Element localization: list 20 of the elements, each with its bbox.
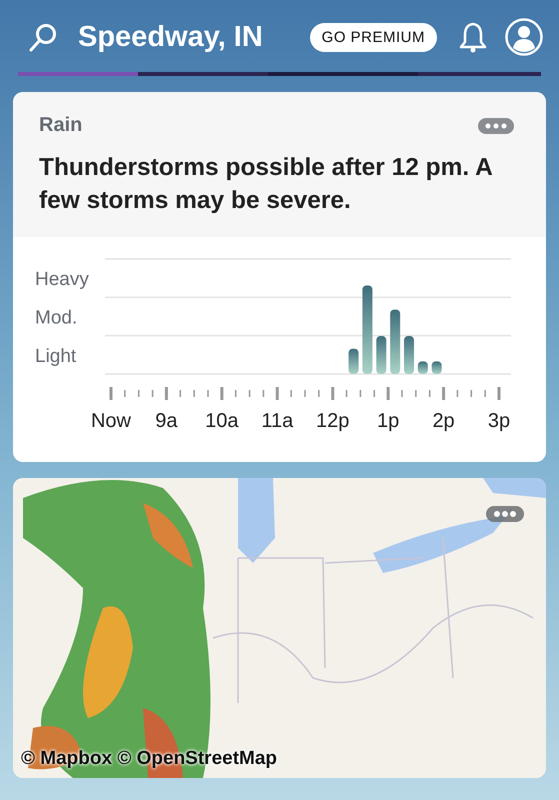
axis-label: 2p xyxy=(432,410,455,432)
axis-label: Light xyxy=(35,346,76,367)
search-icon[interactable] xyxy=(28,22,58,52)
axis-label: 1p xyxy=(377,410,400,432)
axis-label: Mod. xyxy=(35,308,78,328)
forecast-headline: Thunderstorms possible after 12 pm. A few storms may be severe. xyxy=(39,153,493,216)
bell-icon[interactable] xyxy=(459,21,487,53)
more-icon[interactable] xyxy=(486,506,524,522)
more-icon[interactable] xyxy=(478,118,514,134)
axis-label: 11a xyxy=(261,410,294,432)
axis-label: 3p xyxy=(488,410,510,432)
premium-button[interactable]: GO PREMIUM xyxy=(310,22,437,52)
axis-label: Heavy xyxy=(35,269,89,290)
axis-label: 10a xyxy=(205,410,239,432)
axis-label: 12p xyxy=(316,410,350,432)
axis-label: Now xyxy=(91,410,131,432)
user-icon[interactable] xyxy=(505,18,543,56)
axis-label: 9a xyxy=(155,410,178,432)
location-title: Speedway, IN xyxy=(78,20,264,54)
card-label: Rain xyxy=(39,114,82,137)
